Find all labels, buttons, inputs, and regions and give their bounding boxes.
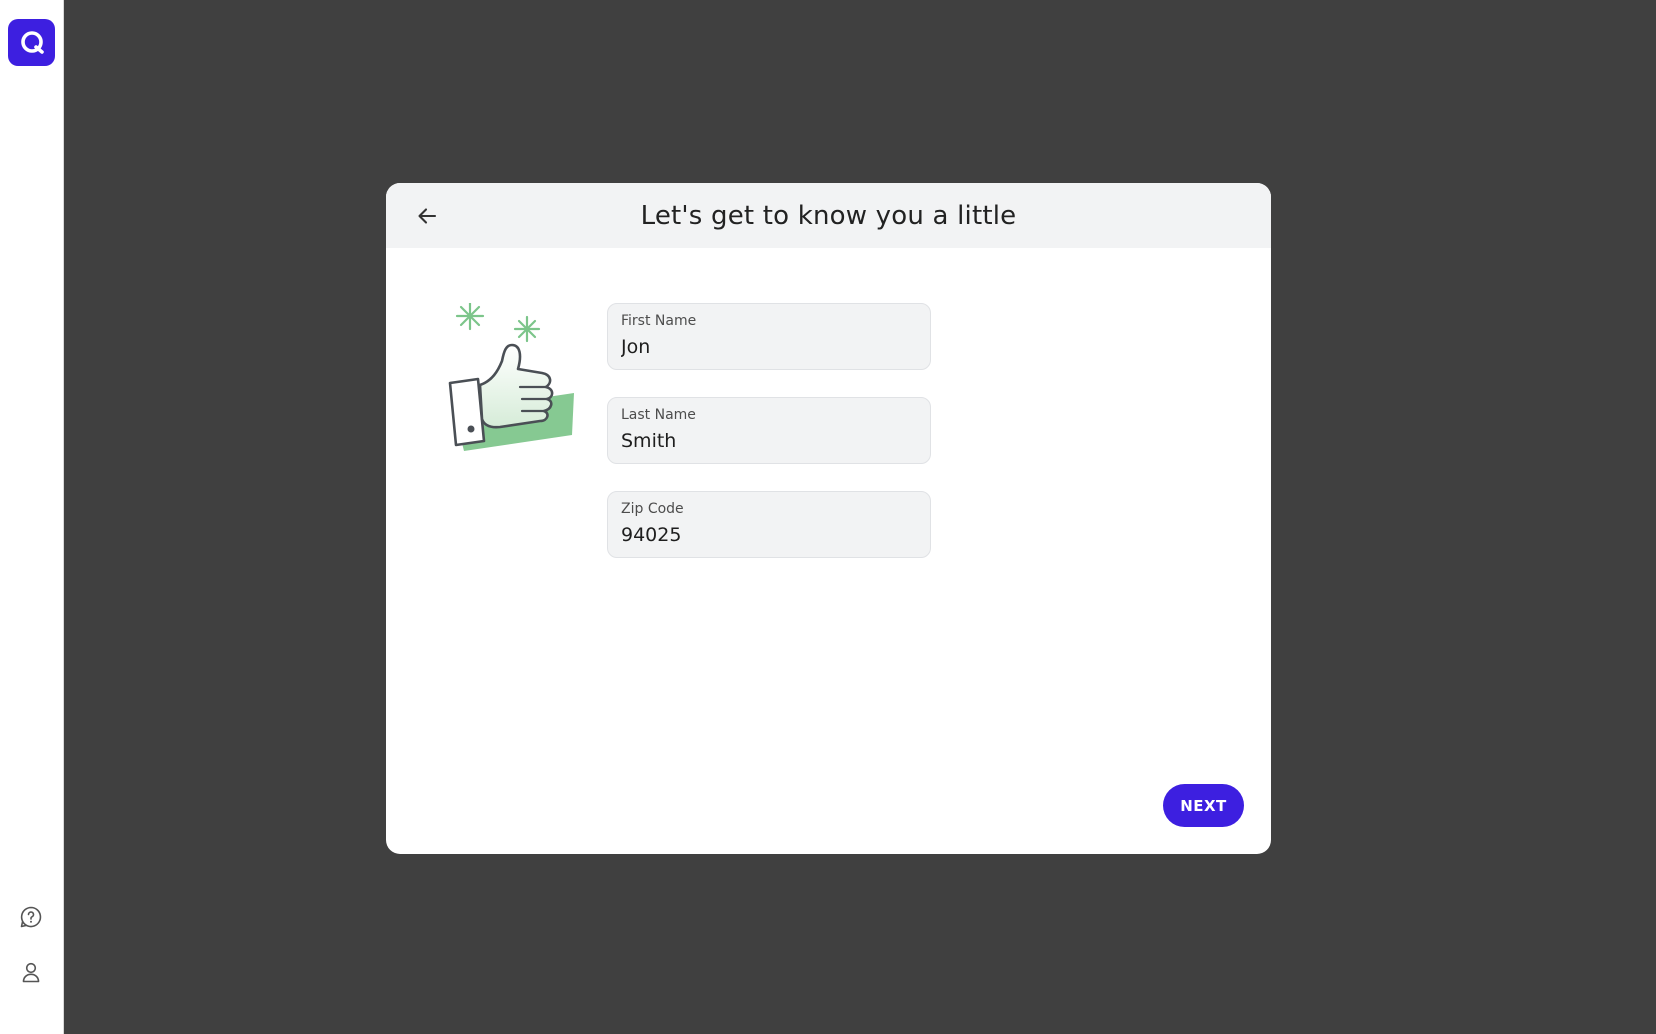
help-button[interactable] <box>19 905 43 929</box>
onboarding-dialog: Let's get to know you a little First Nam… <box>386 183 1271 854</box>
app-logo[interactable] <box>8 19 55 66</box>
last-name-input[interactable] <box>621 429 916 453</box>
back-button[interactable] <box>412 201 442 231</box>
first-name-label: First Name <box>621 313 697 329</box>
last-name-label: Last Name <box>621 407 696 423</box>
first-name-field[interactable]: First Name <box>607 303 931 370</box>
zip-code-field[interactable]: Zip Code <box>607 491 931 558</box>
sidebar <box>0 0 64 1034</box>
arrow-left-icon <box>418 208 437 224</box>
next-button[interactable]: NEXT <box>1163 784 1244 827</box>
last-name-field[interactable]: Last Name <box>607 397 931 464</box>
thumbs-up-illustration <box>442 301 582 463</box>
dialog-header: Let's get to know you a little <box>386 183 1271 248</box>
zip-code-input[interactable] <box>621 523 916 547</box>
first-name-input[interactable] <box>621 335 916 359</box>
dialog-title: Let's get to know you a little <box>640 200 1017 231</box>
account-icon <box>22 962 40 983</box>
q-logo-icon <box>20 30 44 54</box>
help-icon <box>20 906 42 928</box>
account-button[interactable] <box>19 960 43 984</box>
zip-code-label: Zip Code <box>621 501 684 517</box>
